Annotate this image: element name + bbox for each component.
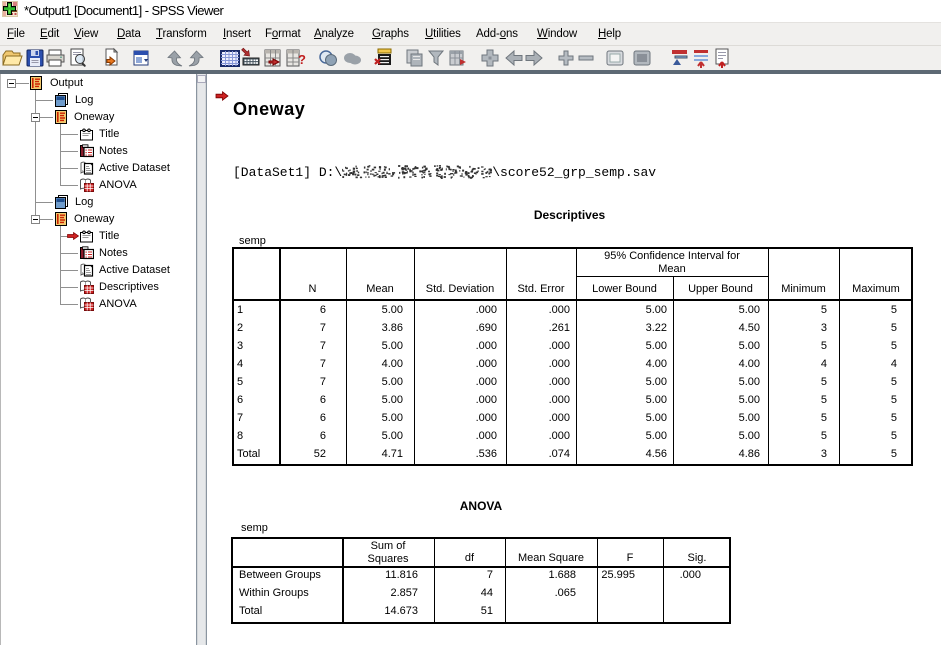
svg-text:?: ? (298, 52, 306, 67)
